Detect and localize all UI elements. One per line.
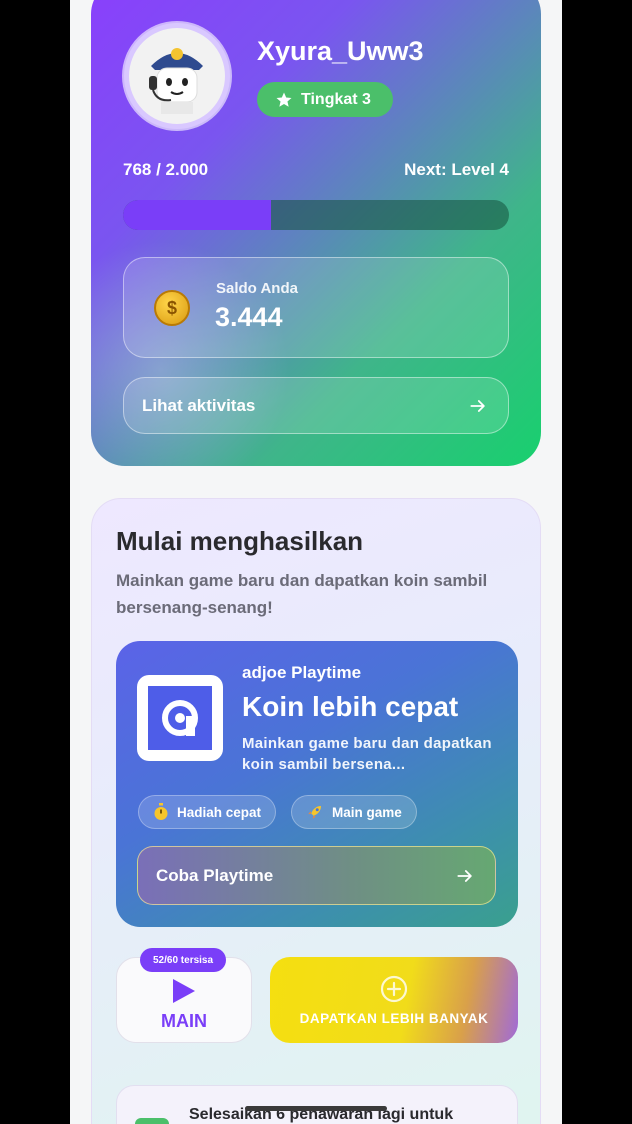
xp-progress-bar (123, 200, 509, 230)
offer-gift-icon (135, 1118, 169, 1124)
avatar[interactable] (124, 23, 230, 129)
playtime-description: Mainkan game baru dan dapatkan koin samb… (242, 735, 492, 773)
fast-reward-label: Hadiah cepat (177, 804, 262, 820)
play-remaining-badge: 52/60 tersisa (140, 948, 227, 972)
play-button[interactable]: 52/60 tersisa MAIN (116, 948, 252, 1043)
earn-title: Mulai menghasilkan (116, 526, 364, 556)
balance-label: Saldo Anda (216, 280, 298, 297)
profile-card: Xyura_Uww3 Tingkat 3 768 / 2.000 Next: L… (91, 0, 541, 466)
play-icon (173, 979, 195, 1003)
rocket-icon (308, 806, 321, 819)
play-label: MAIN (161, 1011, 207, 1031)
earn-more-label: DAPATKAN LEBIH BANYAK (299, 1010, 489, 1026)
arrow-right-icon (470, 399, 485, 412)
playtime-offer-card[interactable]: adjoe Playtime Koin lebih cepat Mainkan … (116, 641, 518, 927)
view-activity-label: Lihat aktivitas (142, 395, 256, 415)
star-icon (276, 92, 292, 107)
view-activity-button[interactable]: Lihat aktivitas (123, 377, 509, 434)
stopwatch-icon (154, 803, 168, 820)
xp-progress-text: 768 / 2.000 (123, 160, 209, 179)
arrow-right-icon (457, 869, 472, 882)
avatar-character-icon (149, 48, 203, 114)
earn-description: Mainkan game baru dan dapatkan koin samb… (116, 571, 488, 617)
username: Xyura_Uww3 (257, 36, 424, 66)
fast-reward-chip: Hadiah cepat (138, 795, 277, 829)
earn-section: Mulai menghasilkan Mainkan game baru dan… (91, 498, 541, 1124)
try-playtime-button[interactable]: Coba Playtime (137, 846, 496, 905)
balance-box: $ Saldo Anda 3.444 (123, 257, 509, 358)
play-game-label: Main game (332, 804, 402, 820)
coin-icon: $ (154, 290, 190, 326)
playtime-title: Koin lebih cepat (242, 691, 459, 722)
app-screen: Xyura_Uww3 Tingkat 3 768 / 2.000 Next: L… (70, 0, 562, 1124)
home-indicator[interactable] (245, 1106, 387, 1111)
balance-value: 3.444 (215, 302, 283, 332)
level-badge-label: Tingkat 3 (301, 90, 371, 108)
offers-progress-box[interactable]: Selesaikan 6 penawaran lagi untuk (116, 1085, 518, 1124)
xp-progress-fill (123, 200, 272, 230)
try-playtime-label: Coba Playtime (156, 865, 274, 885)
next-level-text: Next: Level 4 (404, 160, 509, 179)
plus-circle-icon (380, 975, 408, 1002)
earn-more-button[interactable]: DAPATKAN LEBIH BANYAK (270, 957, 518, 1043)
playtime-provider: adjoe Playtime (242, 663, 362, 682)
app-logo-icon (137, 675, 223, 761)
play-game-chip: Main game (291, 795, 417, 829)
level-badge: Tingkat 3 (257, 82, 393, 117)
